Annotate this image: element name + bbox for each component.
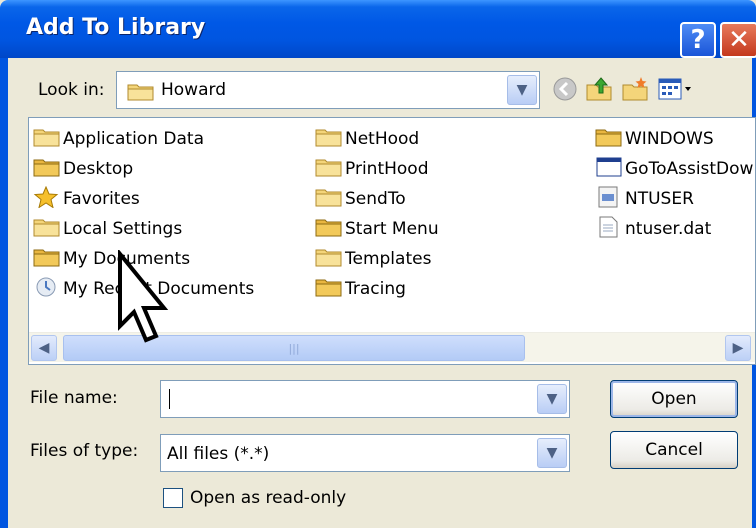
folder-icon	[595, 127, 623, 152]
folder-icon	[315, 217, 343, 242]
folder-icon	[315, 277, 343, 302]
filetype-dropdown-button[interactable]: ▼	[537, 438, 567, 468]
list-item-label: Application Data	[63, 129, 204, 149]
chevron-down-icon: ▼	[546, 445, 558, 461]
list-item[interactable]: ntuser.dat	[595, 215, 711, 243]
title-bar: Add To Library ? ✕	[0, 0, 756, 58]
filetype-label: Files of type:	[30, 441, 139, 461]
open-button[interactable]: Open	[610, 380, 738, 418]
new-folder-icon	[622, 77, 648, 101]
list-item-label: Tracing	[345, 279, 406, 299]
list-item[interactable]: Desktop	[33, 155, 133, 183]
list-item[interactable]: Start Menu	[315, 215, 439, 243]
scroll-left-button[interactable]: ◀	[31, 335, 57, 361]
list-item[interactable]: GoToAssistDow	[595, 155, 753, 183]
back-arrow-icon	[553, 77, 577, 101]
list-item-label: PrintHood	[345, 159, 429, 179]
help-button[interactable]: ?	[680, 22, 716, 58]
lookin-value: Howard	[161, 80, 226, 100]
list-item-label: Templates	[345, 249, 432, 269]
list-item-label: NetHood	[345, 129, 420, 149]
list-item-label: WINDOWS	[625, 129, 714, 149]
cancel-button-label: Cancel	[645, 440, 703, 460]
chevron-down-icon: ▼	[546, 391, 558, 407]
list-item-label: ntuser.dat	[625, 219, 712, 239]
chevron-down-icon: ▼	[516, 82, 528, 98]
list-item-label: Favorites	[63, 189, 140, 209]
list-item[interactable]: Tracing	[315, 275, 406, 303]
up-folder-button[interactable]	[584, 74, 614, 104]
view-menu-icon	[658, 78, 691, 100]
folder-icon	[315, 157, 343, 182]
folder-icon	[33, 217, 61, 242]
back-button[interactable]	[550, 74, 580, 104]
window-title: Add To Library	[26, 15, 206, 40]
list-item[interactable]: PrintHood	[315, 155, 428, 183]
folder-icon	[315, 247, 343, 272]
grip-icon: |||	[288, 341, 300, 355]
scroll-right-button[interactable]: ▶	[725, 335, 751, 361]
system-file-icon	[595, 186, 623, 213]
lookin-label: Look in:	[38, 80, 105, 100]
cancel-button[interactable]: Cancel	[610, 431, 738, 469]
list-item[interactable]: Favorites	[33, 185, 140, 213]
list-item-label: Desktop	[63, 159, 134, 179]
list-item[interactable]: NTUSER	[595, 185, 694, 213]
filename-dropdown-button[interactable]: ▼	[537, 384, 567, 414]
folder-icon	[127, 81, 155, 106]
list-item[interactable]: SendTo	[315, 185, 406, 213]
open-button-label: Open	[651, 389, 697, 409]
list-item[interactable]: WINDOWS	[595, 125, 714, 153]
chevron-right-icon: ▶	[732, 340, 744, 356]
desktop-folder-icon	[33, 157, 61, 182]
mouse-cursor-icon	[116, 248, 172, 351]
lookin-combo[interactable]: Howard ▼	[116, 71, 540, 109]
list-item[interactable]: Application Data	[33, 125, 204, 153]
chevron-left-icon: ◀	[38, 340, 50, 356]
filetype-value: All files (*.*)	[167, 444, 270, 464]
readonly-label: Open as read-only	[190, 488, 347, 508]
list-item-label: SendTo	[345, 189, 406, 209]
list-item-label: Start Menu	[345, 219, 439, 239]
up-folder-icon	[586, 77, 612, 101]
readonly-checkbox[interactable]	[163, 488, 183, 508]
favorites-star-icon	[33, 185, 61, 213]
view-menu-button[interactable]	[656, 74, 696, 104]
folder-icon	[315, 187, 343, 212]
recent-documents-icon	[33, 276, 61, 303]
folder-icon	[33, 127, 61, 152]
filename-label: File name:	[30, 388, 118, 408]
filetype-select[interactable]: All files (*.*) ▼	[160, 434, 570, 472]
list-item-label: GoToAssistDow	[625, 159, 754, 179]
document-icon	[595, 216, 623, 243]
lookin-dropdown-button[interactable]: ▼	[507, 75, 537, 105]
close-button[interactable]: ✕	[720, 22, 756, 58]
list-item-label: Local Settings	[63, 219, 183, 239]
filename-combo[interactable]: ▼	[160, 380, 570, 418]
my-documents-folder-icon	[33, 247, 61, 272]
list-item[interactable]: Local Settings	[33, 215, 182, 243]
text-caret	[169, 389, 170, 409]
window-frame-left	[0, 58, 8, 528]
folder-icon	[315, 127, 343, 152]
list-item[interactable]: Templates	[315, 245, 431, 273]
new-folder-button[interactable]	[620, 74, 650, 104]
list-item[interactable]: NetHood	[315, 125, 419, 153]
list-item-label: NTUSER	[625, 189, 694, 209]
application-icon	[595, 156, 623, 183]
